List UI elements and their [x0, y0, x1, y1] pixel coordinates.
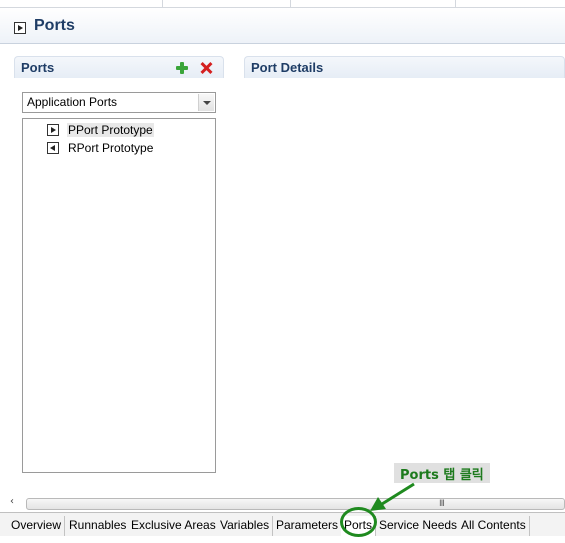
arrow-shaft — [381, 482, 415, 506]
annotation-arrow — [370, 482, 415, 511]
